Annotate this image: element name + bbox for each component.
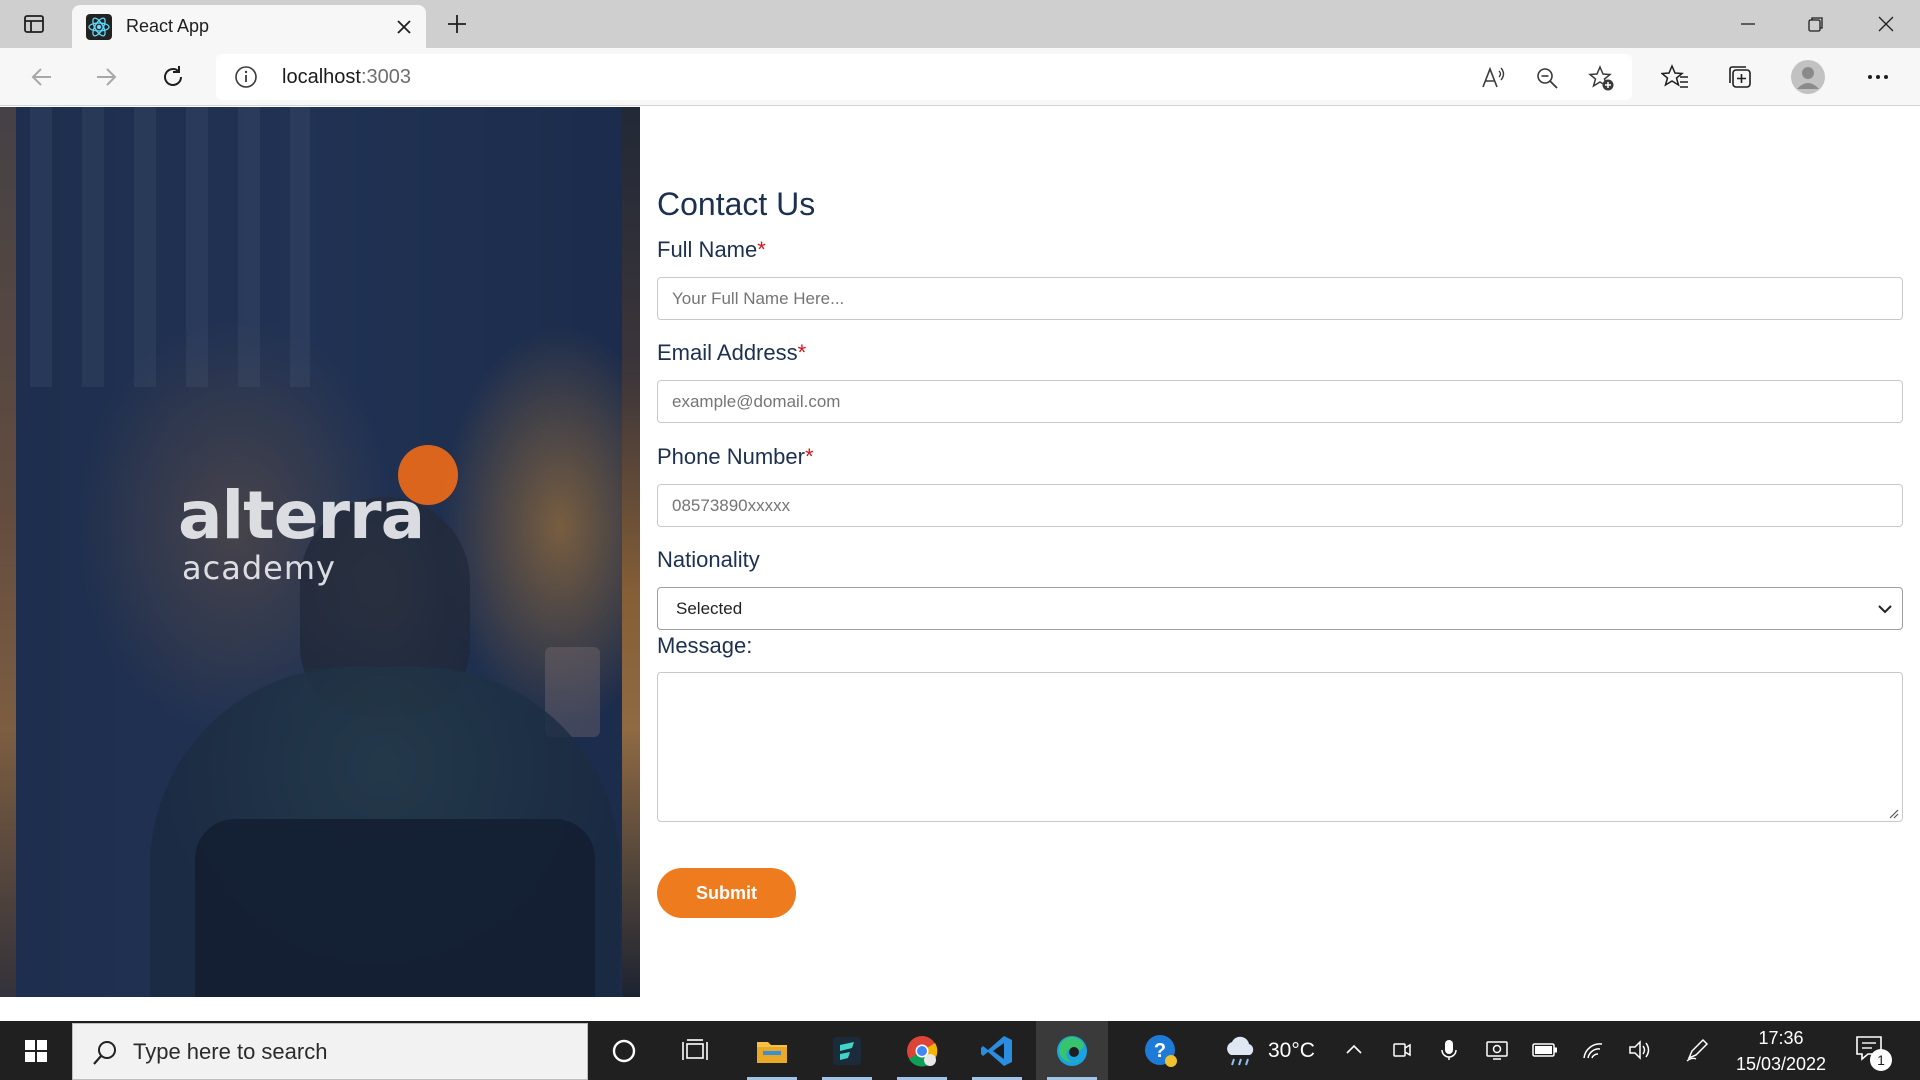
notification-count-badge: 1 [1870, 1049, 1892, 1071]
svg-text:?: ? [1154, 1040, 1166, 1062]
vscode-icon[interactable] [961, 1021, 1033, 1080]
full-name-label-text: Full Name [657, 237, 758, 262]
address-bar[interactable]: localhost:3003 [216, 54, 1632, 100]
nationality-select[interactable]: Selected [657, 587, 1903, 630]
full-name-input[interactable] [657, 277, 1903, 320]
page-content: alterra academy Contact Us Full Name* Em… [0, 107, 1920, 1021]
battery-icon[interactable] [1530, 1035, 1560, 1065]
windows-taskbar: Type here to search ? 30°C 17:36 15/03/2… [0, 1021, 1920, 1080]
nationality-selected-value: Selected [676, 599, 743, 618]
hero-image: alterra academy [0, 107, 640, 997]
phone-label-text: Phone Number [657, 444, 805, 469]
help-icon[interactable]: ? [1125, 1021, 1197, 1080]
browser-toolbar: localhost:3003 [0, 48, 1920, 106]
refresh-icon[interactable] [153, 57, 193, 97]
message-label: Message: [657, 633, 753, 658]
favorites-icon[interactable] [1655, 57, 1695, 97]
email-label-text: Email Address [657, 340, 798, 365]
taskbar-search-placeholder: Type here to search [133, 1039, 328, 1064]
collections-icon[interactable] [1720, 57, 1760, 97]
taskbar-clock[interactable]: 17:36 15/03/2022 [1730, 1025, 1832, 1077]
browser-tab-strip: React App [0, 0, 1920, 48]
add-favorite-icon[interactable] [1586, 63, 1616, 93]
task-view-icon[interactable] [660, 1021, 730, 1080]
weather-temperature[interactable]: 30°C [1268, 1021, 1315, 1080]
read-aloud-icon[interactable] [1478, 63, 1508, 93]
search-icon [91, 1039, 119, 1067]
resize-handle-icon[interactable] [1887, 806, 1899, 819]
phone-input[interactable] [657, 484, 1903, 527]
chrome-icon[interactable] [886, 1021, 958, 1080]
site-info-icon[interactable] [234, 65, 258, 89]
minimize-icon[interactable] [1714, 0, 1782, 48]
tab-title: React App [126, 16, 210, 36]
wifi-icon[interactable] [1578, 1035, 1608, 1065]
chevron-up-icon[interactable] [1339, 1035, 1369, 1065]
zoom-out-icon[interactable] [1532, 63, 1562, 93]
close-window-icon[interactable] [1852, 0, 1920, 48]
profile-avatar-icon[interactable] [1788, 57, 1828, 97]
forward-icon[interactable] [86, 57, 126, 97]
taskbar-search-box[interactable]: Type here to search [72, 1023, 588, 1080]
windows-start-icon[interactable] [8, 1021, 64, 1080]
message-textarea[interactable] [657, 672, 1903, 822]
chevron-down-icon [1876, 600, 1894, 618]
filmora-icon[interactable] [811, 1021, 883, 1080]
url-text: localhost:3003 [282, 54, 411, 100]
required-mark: * [804, 444, 814, 469]
email-input[interactable] [657, 380, 1903, 423]
file-explorer-icon[interactable] [736, 1021, 808, 1080]
phone-label: Phone Number* [657, 444, 814, 470]
edge-icon[interactable] [1036, 1021, 1108, 1080]
meet-now-icon[interactable] [1387, 1035, 1417, 1065]
microphone-icon[interactable] [1434, 1035, 1464, 1065]
rain-cloud-icon[interactable] [1205, 1021, 1275, 1080]
restore-icon[interactable] [1782, 0, 1850, 48]
logo-subtitle: academy [182, 549, 336, 587]
clock-date: 15/03/2022 [1735, 1054, 1827, 1074]
contact-form: Contact Us Full Name* Email Address* Pho… [657, 107, 1903, 997]
full-name-label: Full Name* [657, 237, 766, 263]
close-tab-icon[interactable] [394, 17, 414, 37]
required-mark: * [797, 340, 807, 365]
react-logo-icon [86, 14, 112, 40]
email-label: Email Address* [657, 340, 806, 366]
screen-capture-icon[interactable] [1482, 1035, 1512, 1065]
new-tab-icon[interactable] [440, 8, 474, 40]
logo-wordmark: alterra [178, 477, 425, 554]
nationality-label: Nationality [657, 547, 760, 572]
pen-workspace-icon[interactable] [1682, 1035, 1712, 1065]
more-options-icon[interactable] [1858, 57, 1898, 97]
required-mark: * [757, 237, 766, 262]
url-host: localhost [282, 66, 361, 88]
back-icon[interactable] [22, 57, 62, 97]
browser-tab-active[interactable]: React App [72, 5, 426, 48]
submit-button[interactable]: Submit [657, 868, 796, 918]
tab-actions-icon[interactable] [14, 8, 54, 40]
volume-icon[interactable] [1625, 1035, 1655, 1065]
url-port: :3003 [360, 66, 411, 88]
form-title: Contact Us [657, 186, 816, 222]
cortana-icon[interactable] [589, 1021, 659, 1080]
clock-time: 17:36 [1758, 1028, 1804, 1048]
